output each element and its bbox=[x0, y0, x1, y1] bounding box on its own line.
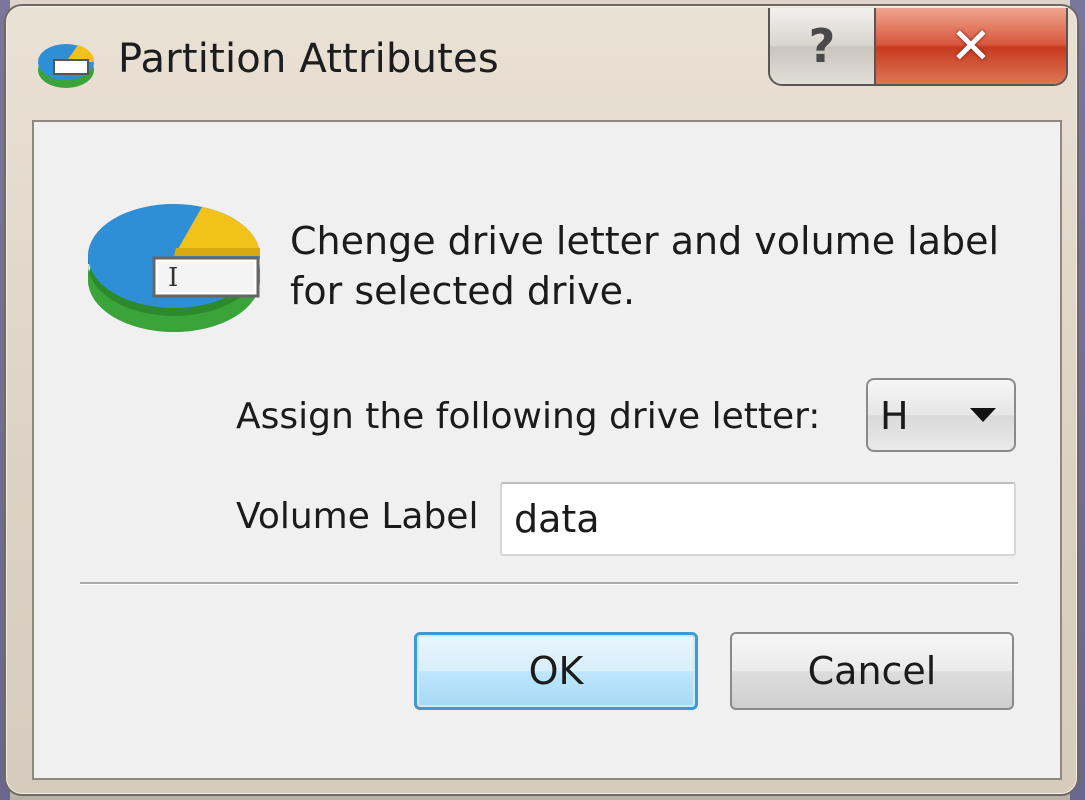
description-line-2: for selected drive. bbox=[290, 269, 636, 313]
drive-letter-dropdown[interactable]: H bbox=[866, 378, 1016, 452]
volume-label-input[interactable] bbox=[500, 482, 1016, 556]
svg-text:I: I bbox=[168, 263, 178, 293]
drive-letter-value: H bbox=[880, 394, 909, 438]
description-line-1: Chenge drive letter and volume label bbox=[290, 219, 1000, 263]
cancel-button[interactable]: Cancel bbox=[730, 632, 1014, 710]
help-button[interactable]: ? bbox=[770, 8, 876, 84]
separator bbox=[80, 582, 1018, 585]
ok-button[interactable]: OK bbox=[414, 632, 698, 710]
caption-buttons: ? ✕ bbox=[768, 8, 1068, 86]
drive-rename-icon: I bbox=[88, 204, 260, 332]
volume-label-label: Volume Label bbox=[236, 496, 479, 537]
dialog-body: I Chenge drive letter and volume label f… bbox=[32, 120, 1062, 780]
partition-attributes-dialog: Partition Attributes ? ✕ I Chenge drive … bbox=[4, 4, 1079, 796]
close-button[interactable]: ✕ bbox=[876, 8, 1066, 84]
partition-attributes-icon bbox=[38, 44, 95, 88]
window-title: Partition Attributes bbox=[118, 36, 499, 82]
dropdown-arrow-icon bbox=[970, 408, 996, 422]
dialog-description: Chenge drive letter and volume label for… bbox=[290, 216, 1030, 316]
drive-letter-label: Assign the following drive letter: bbox=[236, 396, 821, 437]
